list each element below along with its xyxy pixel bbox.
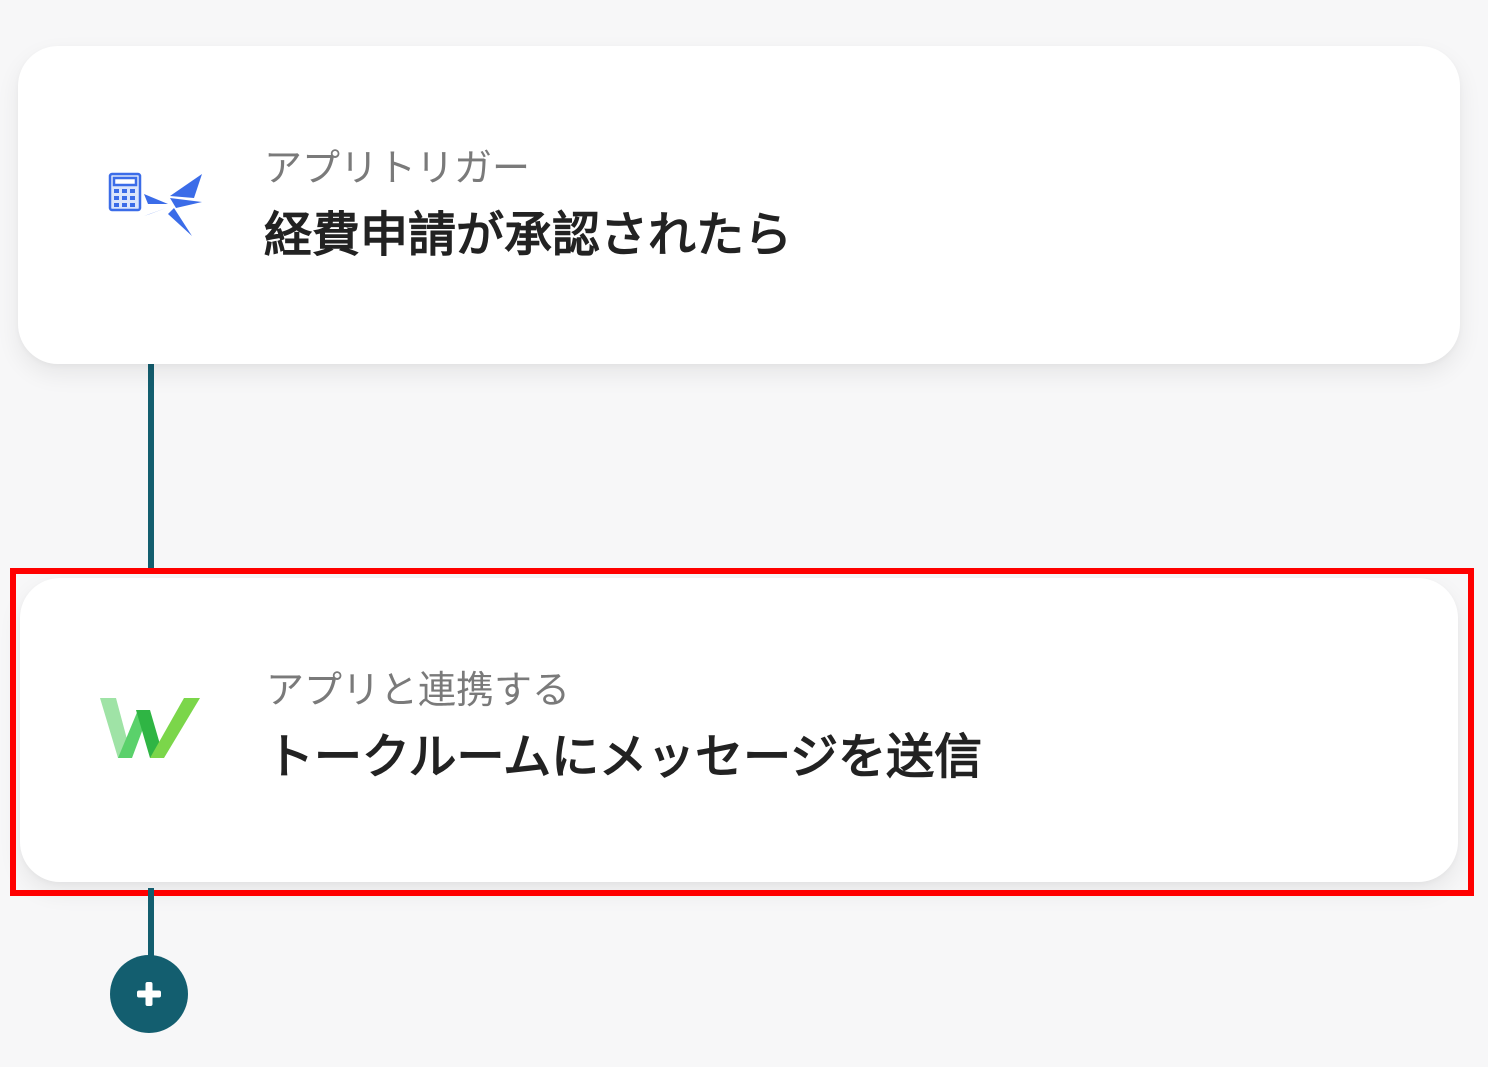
step-title: トークルームにメッセージを送信 bbox=[266, 729, 983, 785]
add-step-button[interactable] bbox=[110, 955, 188, 1033]
calculator-swallow-icon bbox=[108, 172, 202, 236]
plus-icon bbox=[137, 982, 161, 1006]
step-title: 経費申請が承認されたら bbox=[264, 207, 793, 263]
w-logo-icon bbox=[100, 698, 200, 758]
flow-connector-line bbox=[148, 364, 154, 570]
action-step-card[interactable]: アプリと連携する トークルームにメッセージを送信 bbox=[20, 578, 1458, 882]
trigger-step-card[interactable]: アプリトリガー 経費申請が承認されたら bbox=[18, 46, 1460, 364]
step-type-label: アプリと連携する bbox=[266, 668, 571, 712]
step-type-label: アプリトリガー bbox=[264, 146, 531, 190]
flow-connector-line bbox=[148, 888, 154, 958]
